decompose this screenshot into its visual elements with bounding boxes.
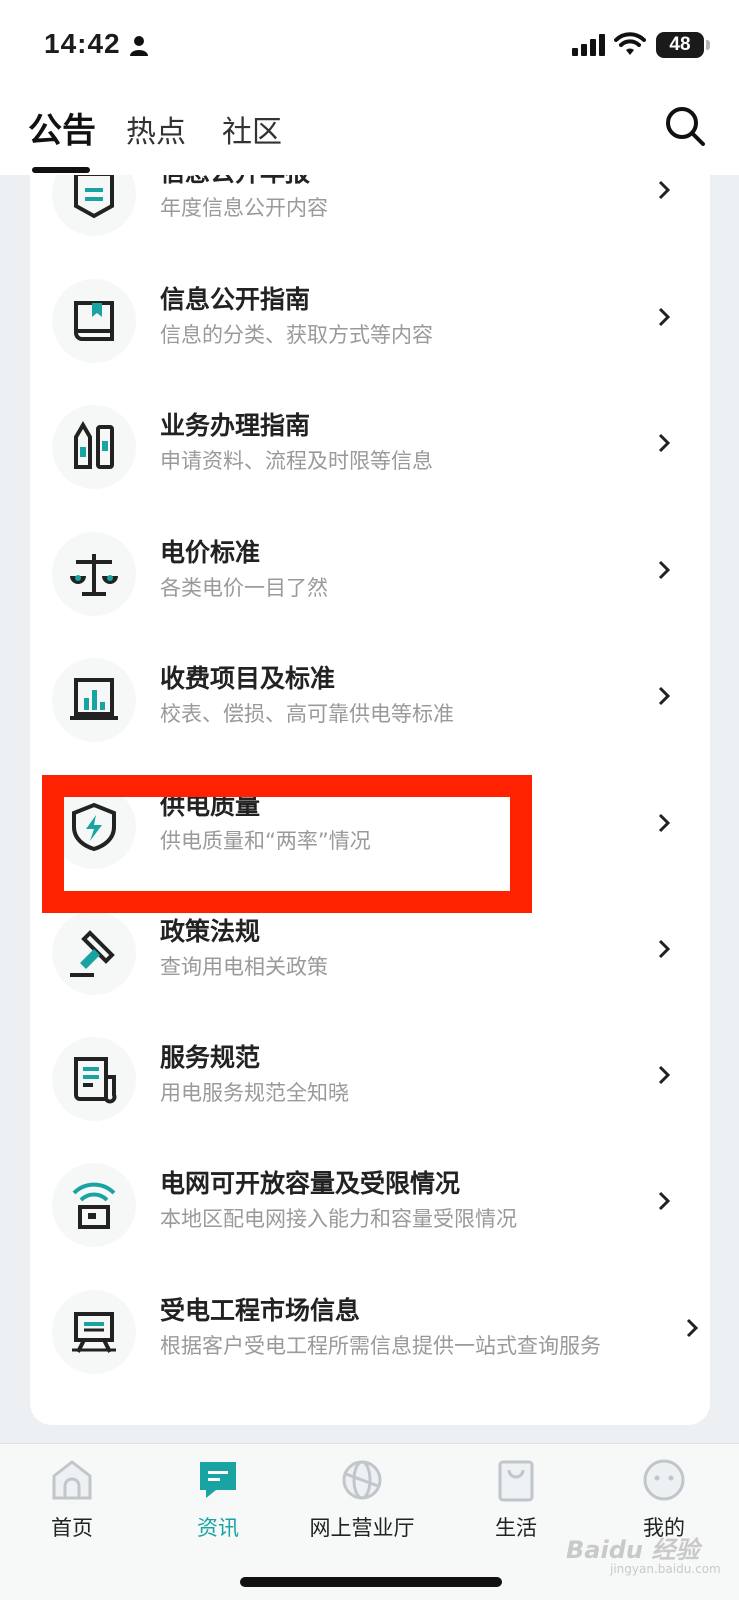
watermark-subtext: jingyan.baidu.com <box>610 1562 721 1576</box>
menu-item-subtitle: 各类电价一目了然 <box>160 576 328 600</box>
chevron-right-icon <box>658 180 670 200</box>
shopping-bag-icon <box>498 1460 534 1502</box>
person-icon <box>130 36 148 56</box>
menu-item-market-info[interactable]: 受电工程市场信息 根据客户受电工程所需信息提供一站式查询服务 <box>30 1268 710 1397</box>
nav-label: 网上营业厅 <box>309 1516 415 1540</box>
menu-item-title: 受电工程市场信息 <box>160 1296 361 1325</box>
menu-item-title: 电价标准 <box>160 538 261 567</box>
menu-item-title: 信息公开年报 <box>160 175 310 189</box>
icon-badge <box>52 532 136 616</box>
menu-item-subtitle: 用电服务规范全知晓 <box>160 1081 349 1105</box>
menu-item-title: 信息公开指南 <box>160 285 311 314</box>
nav-label: 资讯 <box>197 1516 239 1540</box>
chevron-right-icon <box>658 560 670 580</box>
message-icon <box>200 1462 236 1498</box>
battery-cap <box>706 40 710 50</box>
watermark-text: Baidu 经验 <box>566 1536 700 1564</box>
scale-icon <box>70 554 118 596</box>
menu-item-subtitle: 申请资料、流程及时限等信息 <box>160 449 433 473</box>
book-icon <box>74 301 114 341</box>
bar-chart-icon <box>70 678 118 720</box>
top-tab-bar: 公告 热点 社区 <box>0 95 739 175</box>
active-tab-underline <box>32 167 90 173</box>
menu-item-electricity-price[interactable]: 电价标准 各类电价一目了然 <box>30 510 710 639</box>
menu-item-title: 业务办理指南 <box>160 411 311 440</box>
icon-badge <box>52 1290 136 1374</box>
icon-badge <box>52 1037 136 1121</box>
nav-item-home[interactable]: 首页 <box>2 1458 142 1542</box>
icon-badge <box>52 279 136 363</box>
menu-item-disclosure-guide[interactable]: 信息公开指南 信息的分类、获取方式等内容 <box>30 257 710 386</box>
icon-badge <box>52 1163 136 1247</box>
nav-item-online-hall[interactable]: 网上营业厅 <box>292 1458 432 1542</box>
tab-community[interactable]: 社区 <box>222 107 282 151</box>
chevron-right-icon <box>686 1318 698 1338</box>
battery-indicator: 48 <box>656 32 704 58</box>
nav-label: 生活 <box>495 1516 537 1540</box>
icon-badge <box>52 175 136 236</box>
report-banner-icon <box>74 175 114 219</box>
menu-item-fee-standards[interactable]: 收费项目及标准 校表、偿损、高可靠供电等标准 <box>30 636 710 765</box>
chevron-right-icon <box>658 1065 670 1085</box>
gavel-icon <box>70 930 115 977</box>
smiley-icon <box>643 1459 685 1501</box>
chevron-right-icon <box>658 307 670 327</box>
chevron-right-icon <box>658 433 670 453</box>
menu-item-title: 服务规范 <box>160 1043 261 1072</box>
menu-item-subtitle: 查询用电相关政策 <box>160 955 328 979</box>
menu-item-title: 电网可开放容量及受限情况 <box>160 1169 461 1198</box>
icon-badge <box>52 911 136 995</box>
chevron-right-icon <box>658 1191 670 1211</box>
chevron-right-icon <box>658 686 670 706</box>
chevron-right-icon <box>658 939 670 959</box>
nav-item-news[interactable]: 资讯 <box>148 1458 288 1542</box>
highlight-annotation-box <box>42 775 532 913</box>
document-icon <box>74 1057 117 1104</box>
pencils-icon <box>74 421 114 469</box>
menu-item-business-guide[interactable]: 业务办理指南 申请资料、流程及时限等信息 <box>30 383 710 512</box>
menu-item-subtitle: 年度信息公开内容 <box>160 196 328 220</box>
nav-label: 首页 <box>51 1516 93 1540</box>
wifi-icon <box>614 32 646 55</box>
signal-box-icon <box>72 1182 116 1229</box>
tab-hot-topics[interactable]: 热点 <box>126 107 186 151</box>
home-icon <box>52 1460 92 1500</box>
nav-item-life[interactable]: 生活 <box>446 1458 586 1542</box>
status-bar: 14:42 48 <box>0 0 739 95</box>
menu-item-subtitle: 根据客户受电工程所需信息提供一站式查询服务 <box>160 1334 601 1358</box>
menu-item-subtitle: 校表、偿损、高可靠供电等标准 <box>160 702 454 726</box>
icon-badge <box>52 658 136 742</box>
menu-item-annual-report[interactable]: 信息公开年报 年度信息公开内容 <box>30 175 710 259</box>
menu-item-service-standards[interactable]: 服务规范 用电服务规范全知晓 <box>30 1015 710 1144</box>
search-icon[interactable] <box>664 105 706 147</box>
chevron-right-icon <box>658 813 670 833</box>
icon-badge <box>52 405 136 489</box>
tab-announcements[interactable]: 公告 <box>28 103 96 152</box>
cellular-signal-icon <box>572 34 605 56</box>
monitor-icon <box>72 1312 116 1353</box>
menu-item-title: 收费项目及标准 <box>160 664 336 693</box>
globe-icon <box>342 1460 382 1500</box>
menu-item-subtitle: 本地区配电网接入能力和容量受限情况 <box>160 1207 517 1231</box>
menu-item-grid-capacity[interactable]: 电网可开放容量及受限情况 本地区配电网接入能力和容量受限情况 <box>30 1141 710 1270</box>
menu-item-subtitle: 信息的分类、获取方式等内容 <box>160 323 433 347</box>
status-time: 14:42 <box>44 28 121 59</box>
menu-item-title: 政策法规 <box>160 917 261 946</box>
home-indicator <box>240 1577 502 1587</box>
